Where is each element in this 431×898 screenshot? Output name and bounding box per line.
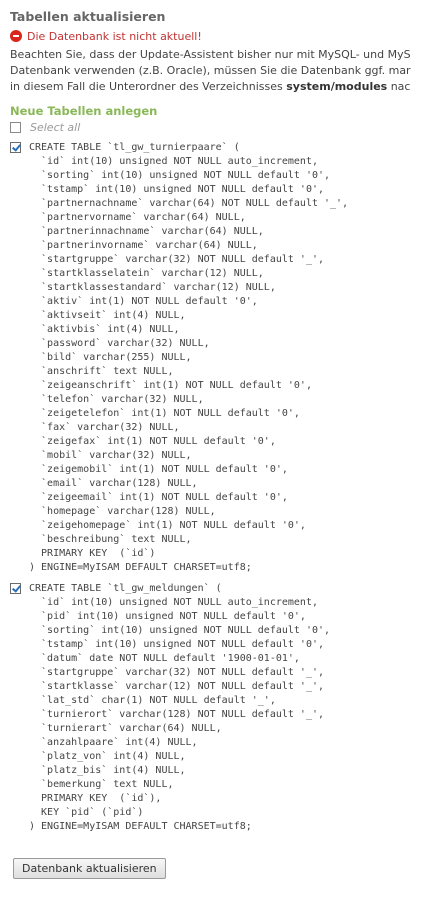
sql-statement-turnierpaare: CREATE TABLE `tl_gw_turnierpaare` ( `id`… <box>10 141 431 575</box>
sql-text-turnierpaare: CREATE TABLE `tl_gw_turnierpaare` ( `id`… <box>29 142 349 573</box>
intro-line-3-pre: in diesem Fall die Unterordner des Verze… <box>10 80 287 93</box>
intro-line-1: Beachten Sie, dass der Update-Assistent … <box>10 48 411 61</box>
section-title-new-tables: Neue Tabellen anlegen <box>10 104 158 118</box>
modules-path: system/modules <box>286 80 388 93</box>
intro-line-3-post: nac <box>387 80 411 93</box>
page-title: Tabellen aktualisieren <box>10 9 166 24</box>
sql-checkbox-turnierpaare[interactable] <box>10 142 21 153</box>
sql-checkbox-meldungen[interactable] <box>10 583 21 594</box>
select-all-label[interactable]: Select all <box>30 121 80 134</box>
error-message-text: Die Datenbank ist nicht aktuell! <box>27 29 202 43</box>
select-all-row: Select all <box>10 120 431 134</box>
select-all-checkbox[interactable] <box>10 121 21 133</box>
intro-line-2: Datenbank verwenden (z.B. Oracle), müsse… <box>10 64 411 77</box>
update-database-button[interactable]: Datenbank aktualisieren <box>13 858 166 879</box>
intro-text: Beachten Sie, dass der Update-Assistent … <box>10 47 431 95</box>
sql-statement-meldungen: CREATE TABLE `tl_gw_meldungen` ( `id` in… <box>10 582 431 834</box>
update-panel: Tabellen aktualisieren Die Datenbank ist… <box>10 9 431 834</box>
error-message: Die Datenbank ist nicht aktuell! <box>10 29 431 43</box>
sql-text-meldungen: CREATE TABLE `tl_gw_meldungen` ( `id` in… <box>29 583 331 832</box>
intro-line-3: in diesem Fall die Unterordner des Verze… <box>10 79 431 95</box>
error-circle-icon <box>10 30 22 42</box>
